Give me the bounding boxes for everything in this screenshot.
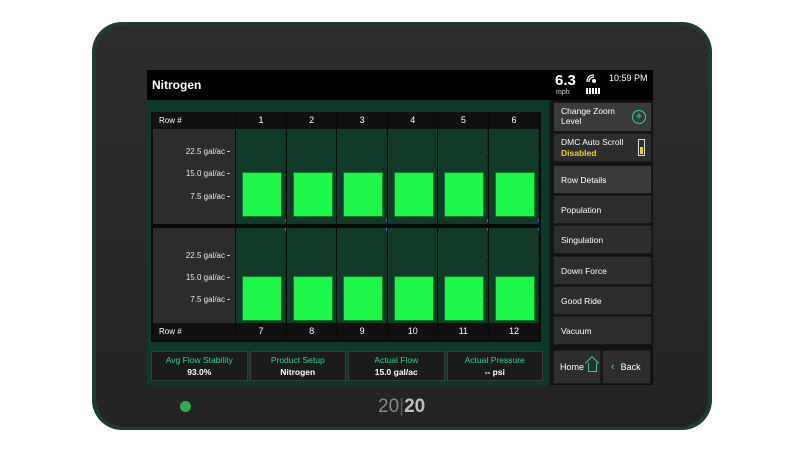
row-column[interactable]: 9 bbox=[336, 228, 388, 340]
flow-bar bbox=[292, 276, 333, 321]
row-number-label: 9 bbox=[337, 323, 388, 340]
row-column[interactable]: 5 bbox=[437, 112, 489, 224]
status-actual-flow[interactable]: Actual Flow 15.0 gal/ac bbox=[348, 351, 445, 381]
home-button[interactable]: Home bbox=[553, 350, 601, 384]
menu-item-good-ride[interactable]: Good Ride bbox=[553, 286, 652, 315]
row-number-label: 5 bbox=[438, 112, 489, 129]
row-number-label: 1 bbox=[236, 112, 286, 129]
menu-item-row-details[interactable]: Row Details bbox=[553, 165, 652, 194]
status-value: Nitrogen bbox=[280, 367, 316, 377]
menu-item-down-force[interactable]: Down Force bbox=[553, 256, 652, 285]
brand-left: 20 bbox=[378, 396, 400, 417]
signal-strength-icon bbox=[586, 88, 600, 94]
status-value: 93.0% bbox=[187, 367, 212, 377]
flow-bar bbox=[242, 172, 282, 217]
change-zoom-level-button[interactable]: Change Zoom Level + bbox=[553, 102, 652, 132]
chevron-left-icon: ‹ bbox=[611, 361, 615, 373]
home-icon bbox=[588, 362, 598, 372]
row-column[interactable]: 6 bbox=[488, 112, 539, 224]
row-number-label: 12 bbox=[489, 323, 539, 340]
status-product-setup[interactable]: Product Setup Nitrogen bbox=[249, 351, 346, 381]
status-value: -- psi bbox=[484, 367, 505, 377]
row-chart: 22.5 gal/ac 15.0 gal/ac 7.5 gal/ac Row #… bbox=[151, 112, 541, 342]
flow-bar bbox=[495, 276, 535, 321]
gps-satellite-icon bbox=[586, 74, 596, 83]
y-tick-label: 22.5 gal/ac bbox=[186, 251, 230, 260]
main-panel: 22.5 gal/ac 15.0 gal/ac 7.5 gal/ac Row #… bbox=[147, 100, 549, 385]
row-column[interactable]: 12 bbox=[488, 228, 539, 340]
status-value: 15.0 gal/ac bbox=[374, 367, 418, 377]
device-brand-logo: 20|20 bbox=[378, 396, 426, 417]
status-label: Product Setup bbox=[270, 355, 325, 365]
row-column[interactable]: 11 bbox=[437, 228, 489, 340]
y-tick-label: 22.5 gal/ac bbox=[186, 147, 230, 156]
back-button[interactable]: ‹ Back bbox=[602, 350, 651, 384]
dmc-auto-scroll-button[interactable]: DMC Auto Scroll Disabled bbox=[553, 133, 652, 162]
right-menu: Change Zoom Level + DMC Auto Scroll Disa… bbox=[551, 100, 653, 385]
flow-bar bbox=[393, 172, 434, 217]
y-tick-label: 15.0 gal/ac bbox=[186, 273, 230, 282]
status-actual-pressure[interactable]: Actual Pressure -- psi bbox=[446, 351, 543, 381]
row-number-header: Row # bbox=[153, 112, 235, 129]
row-number-label: 6 bbox=[489, 112, 539, 129]
home-label: Home bbox=[560, 362, 585, 372]
row-column[interactable]: 3 bbox=[336, 112, 388, 224]
y-tick-label: 7.5 gal/ac bbox=[190, 295, 230, 304]
chart-top-half: 22.5 gal/ac 15.0 gal/ac 7.5 gal/ac Row #… bbox=[153, 112, 539, 224]
flow-bar bbox=[292, 172, 333, 217]
speed-value: 6.3 bbox=[555, 72, 576, 89]
row-number-label: 3 bbox=[337, 112, 388, 129]
row-number-label: 4 bbox=[387, 112, 438, 129]
scroll-toggle-icon bbox=[638, 139, 645, 156]
top-bar: Nitrogen 6.3 mph 10:59 PM bbox=[147, 70, 653, 100]
y-tick-label: 7.5 gal/ac bbox=[190, 192, 230, 201]
row-column[interactable]: 8 bbox=[285, 228, 337, 340]
flow-bar bbox=[444, 276, 485, 321]
back-label: Back bbox=[620, 362, 641, 372]
device-screen: Nitrogen 6.3 mph 10:59 PM 22.5 gal/ac 15… bbox=[147, 70, 653, 385]
row-number-label: 7 bbox=[236, 323, 286, 340]
row-number-header: Row # bbox=[153, 323, 235, 340]
row-number-label: 8 bbox=[286, 323, 337, 340]
flow-bar bbox=[495, 172, 535, 217]
menu-item-population[interactable]: Population bbox=[553, 195, 652, 224]
status-label: Avg Flow Stability bbox=[165, 355, 233, 365]
menu-item-singulation[interactable]: Singulation bbox=[553, 225, 652, 254]
row-number-label: 10 bbox=[387, 323, 438, 340]
row-column[interactable]: 10 bbox=[386, 228, 438, 340]
flow-bar bbox=[343, 172, 384, 217]
zoom-label: Change Zoom Level bbox=[561, 106, 615, 126]
y-tick-label: 15.0 gal/ac bbox=[186, 169, 230, 178]
menu-item-vacuum[interactable]: Vacuum bbox=[553, 316, 652, 345]
power-led-icon bbox=[180, 401, 191, 412]
row-column[interactable]: 7 bbox=[235, 228, 286, 340]
flow-bar bbox=[242, 276, 282, 321]
row-column[interactable]: 4 bbox=[386, 112, 438, 224]
page-title: Nitrogen bbox=[152, 78, 202, 92]
chart-bottom-half: 22.5 gal/ac 15.0 gal/ac 7.5 gal/ac Row #… bbox=[153, 228, 539, 340]
brand-right: 20 bbox=[404, 396, 426, 417]
row-number-label: 2 bbox=[286, 112, 337, 129]
row-column[interactable]: 2 bbox=[285, 112, 337, 224]
speed-unit: mph bbox=[556, 89, 570, 96]
clock: 10:59 PM bbox=[609, 73, 648, 83]
zoom-in-icon: + bbox=[632, 110, 646, 124]
flow-bar bbox=[343, 276, 384, 321]
status-label: Actual Flow bbox=[374, 355, 419, 365]
status-label: Actual Pressure bbox=[464, 355, 525, 365]
status-bar: Avg Flow Stability 93.0% Product Setup N… bbox=[151, 351, 543, 381]
row-column[interactable]: 1 bbox=[235, 112, 286, 224]
flow-bar bbox=[393, 276, 434, 321]
flow-bar bbox=[444, 172, 485, 217]
row-number-label: 11 bbox=[438, 323, 489, 340]
status-avg-flow-stability[interactable]: Avg Flow Stability 93.0% bbox=[151, 351, 248, 381]
